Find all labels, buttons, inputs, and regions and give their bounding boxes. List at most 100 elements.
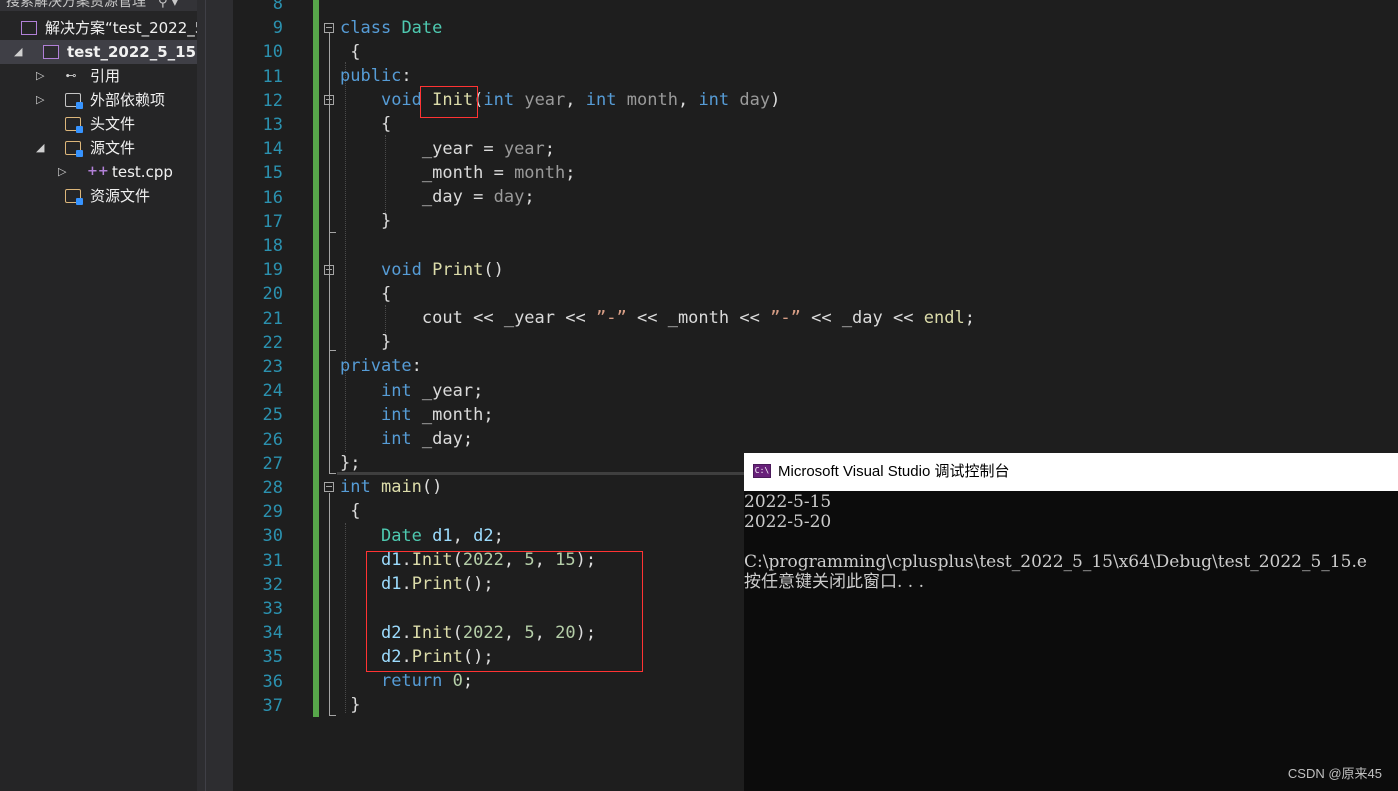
code-line-30: Date d1, d2;: [380, 526, 504, 546]
collapse-arrow-icon[interactable]: ◢: [14, 40, 22, 64]
line-number: 20: [262, 284, 283, 305]
expand-arrow-icon[interactable]: ▷: [36, 64, 44, 88]
console-output-line: 按任意键关闭此窗口. . .: [744, 572, 925, 592]
line-number: 33: [262, 599, 283, 619]
code-line-11: public:: [340, 66, 412, 86]
code-line-9: class Date: [340, 18, 443, 38]
line-number: 37: [262, 695, 283, 716]
line-number: 32: [262, 574, 283, 595]
code-line-16: _day = day;: [421, 187, 535, 207]
tree-item-external-deps[interactable]: ▷ 外部依赖项: [0, 88, 197, 112]
code-line-37: }: [350, 695, 361, 715]
line-number: 16: [262, 187, 283, 208]
tree-item-test-cpp[interactable]: ▷ ++ test.cpp: [0, 160, 197, 184]
line-number: 10: [262, 42, 283, 63]
solution-search-box[interactable]: 搜索解决方案资源管理 ⚲ ▾: [0, 0, 197, 11]
line-number: 31: [262, 550, 283, 571]
code-line-28: int main(): [340, 477, 443, 497]
line-number: 15: [262, 163, 283, 184]
outline-guide: [329, 350, 336, 351]
line-number: 21: [262, 308, 283, 329]
solution-icon: [21, 21, 37, 35]
tree-item-resource-files[interactable]: 资源文件: [0, 184, 197, 208]
tree-item-references[interactable]: ▷ ⊷ 引用: [0, 64, 197, 88]
fold-toggle-icon[interactable]: [324, 23, 334, 33]
console-output-line: 2022-5-15: [744, 492, 832, 512]
solution-explorer: 搜索解决方案资源管理 ⚲ ▾ 解决方案“test_2022_5 ◢ test_2…: [0, 0, 197, 791]
expand-arrow-icon[interactable]: ▷: [58, 160, 66, 184]
tree-item-label: 源文件: [90, 139, 136, 157]
code-line-17: }: [380, 211, 392, 231]
tree-item-label: test_2022_5_15: [67, 43, 197, 61]
filter-folder-icon: [65, 117, 83, 133]
indicator-margin: [205, 0, 233, 791]
line-number: 8: [272, 0, 283, 14]
line-number: 34: [262, 623, 283, 644]
watermark: CSDN @原来45: [1287, 766, 1382, 781]
panel-splitter[interactable]: [197, 0, 205, 791]
line-number: 24: [262, 381, 283, 402]
change-tracking-bar: [313, 0, 319, 717]
fold-toggle-icon[interactable]: [324, 482, 334, 492]
tree-item-label: 头文件: [90, 115, 136, 133]
line-number: 23: [262, 357, 283, 377]
line-number: 19: [262, 260, 283, 281]
debug-console-window[interactable]: C:\ Microsoft Visual Studio 调试控制台 2022-5…: [744, 453, 1398, 791]
console-app-icon: C:\: [753, 464, 771, 478]
highlight-box-init: [420, 86, 478, 118]
line-number: 36: [262, 671, 283, 692]
tree-item-project[interactable]: ◢ test_2022_5_15: [0, 40, 197, 64]
code-line-10: {: [350, 42, 361, 62]
tree-item-label: 外部依赖项: [90, 91, 166, 109]
line-number: 28: [262, 478, 283, 498]
tree-item-label: 解决方案“test_2022_5: [45, 19, 197, 37]
search-options-icon[interactable]: ⚲ ▾: [158, 0, 178, 11]
code-line-12: void Init(int year, int month, int day): [380, 90, 781, 110]
console-output-line: C:\programming\cplusplus\test_2022_5_15\…: [744, 552, 1367, 572]
line-number: 13: [262, 115, 283, 135]
code-line-22: }: [380, 332, 392, 352]
outline-guide: [329, 33, 330, 473]
code-line-19: void Print(): [380, 260, 504, 280]
code-line-14: _year = year;: [421, 139, 556, 159]
line-number: 14: [262, 139, 283, 160]
line-number: 9: [272, 18, 283, 39]
external-deps-icon: [65, 93, 83, 109]
highlight-box-calls: [366, 551, 643, 672]
filter-folder-icon: [65, 189, 83, 205]
code-line-36: return 0;: [380, 671, 474, 691]
outline-guide: [329, 493, 330, 715]
code-line-13: {: [380, 114, 392, 134]
code-line-26: int _day;: [380, 429, 474, 449]
outline-guide: [329, 715, 336, 716]
tree-item-label: 资源文件: [90, 187, 151, 205]
console-title: Microsoft Visual Studio 调试控制台: [778, 463, 1010, 480]
line-number: 18: [262, 236, 283, 256]
code-line-27: };: [340, 453, 361, 473]
line-number: 27: [262, 453, 283, 474]
outline-guide: [329, 232, 336, 233]
code-line-23: private:: [340, 356, 422, 376]
collapse-arrow-icon[interactable]: ◢: [36, 136, 44, 160]
line-number: 35: [262, 647, 283, 668]
line-number: 11: [262, 66, 283, 87]
code-line-25: int _month;: [380, 405, 494, 425]
expand-arrow-icon[interactable]: ▷: [36, 88, 44, 112]
code-line-20: {: [380, 284, 392, 304]
project-icon: [43, 45, 59, 59]
tree-item-header-files[interactable]: 头文件: [0, 112, 197, 136]
tree-item-label: 引用: [90, 67, 121, 85]
line-number: 12: [262, 90, 283, 111]
references-icon: ⊷: [65, 69, 77, 82]
solution-search-text[interactable]: 搜索解决方案资源管理: [6, 0, 146, 11]
line-number: 29: [262, 502, 283, 523]
line-number: 30: [262, 526, 283, 547]
console-title-bar[interactable]: C:\ Microsoft Visual Studio 调试控制台: [744, 453, 1398, 491]
tree-item-solution[interactable]: 解决方案“test_2022_5: [0, 16, 197, 40]
code-line-15: _month = month;: [421, 163, 576, 183]
outline-guide: [329, 106, 330, 232]
outline-guide: [329, 473, 336, 474]
filter-folder-icon: [65, 141, 83, 157]
tree-item-source-files[interactable]: ◢ 源文件: [0, 136, 197, 160]
code-line-29: {: [350, 501, 361, 521]
